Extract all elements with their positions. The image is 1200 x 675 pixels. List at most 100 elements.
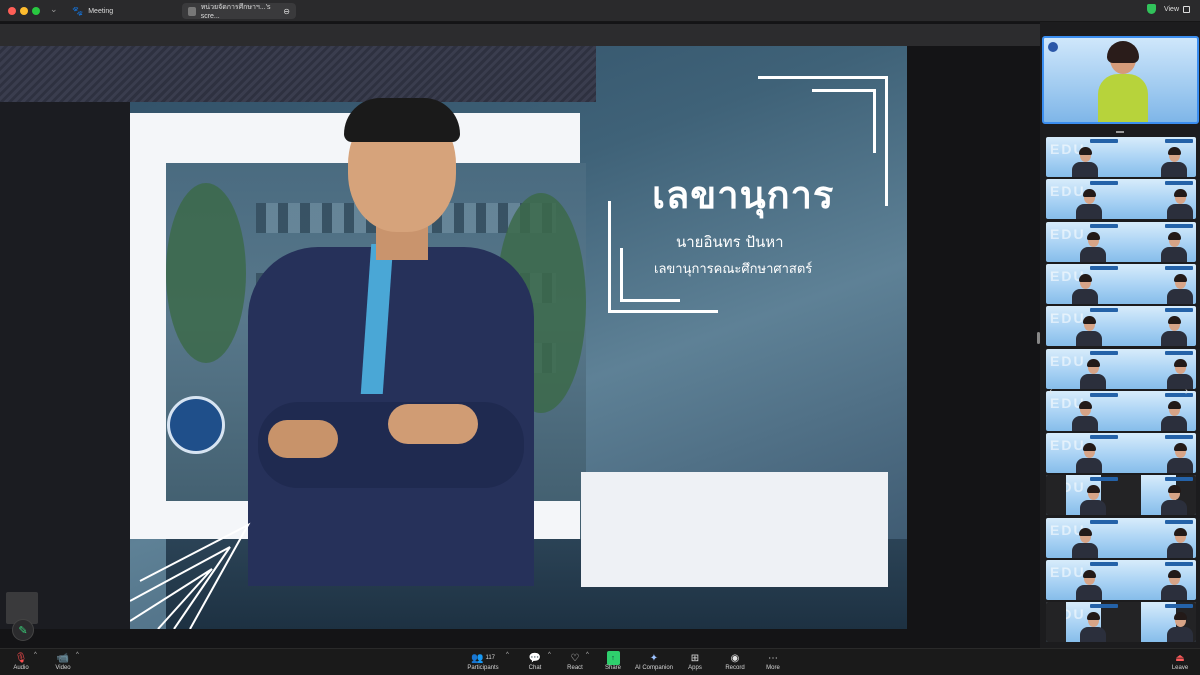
apps-button[interactable]: ⊞ Apps [686,651,704,675]
participant-torso [1161,415,1187,431]
participant-hair [1087,231,1100,240]
window-maximize-button[interactable] [32,7,40,15]
participant-video-tile[interactable] [1046,264,1121,304]
ai-companion-button[interactable]: ✦ AI Companion [634,651,674,675]
participant-hair [1168,570,1181,578]
participant-video-tile[interactable] [1046,391,1121,431]
participant-video-tile[interactable] [1046,349,1121,389]
audio-options-caret-icon[interactable]: ^ [34,652,37,658]
participant-video-tile[interactable] [1046,560,1121,600]
participants-options-caret-icon[interactable]: ^ [506,652,509,658]
participant-video-tile[interactable] [1046,306,1121,347]
participant-hair [1168,400,1181,409]
window-minimize-button[interactable] [20,7,28,15]
participant-hair [1174,189,1187,198]
paw-icon: 🐾 [72,5,84,16]
participant-video-tile[interactable] [1046,222,1121,262]
slide-person-role: เลขานุการคณะศึกษาศาสตร์ [654,262,813,277]
participant-hair [1083,443,1096,452]
participants-count: 117 [485,655,496,661]
portrait-hair [344,98,460,142]
background-banner [1165,519,1193,524]
participant-hair [1174,612,1187,621]
participant-video-tile[interactable] [1121,602,1196,643]
participant-video-tile[interactable] [1046,137,1121,177]
participant-row: EDU [1046,348,1196,389]
participant-video-tile[interactable] [1121,179,1196,220]
audio-button[interactable]: 🎙 Audio [10,651,32,675]
participant-video-tile[interactable] [1046,518,1121,558]
participant-torso [1072,162,1098,177]
participant-video-tile[interactable] [1046,602,1121,643]
gallery-collapse-handle[interactable] [1116,131,1124,133]
background-banner [1090,435,1118,440]
more-ellipsis-icon: ⋯ [768,652,778,664]
video-options-caret-icon[interactable]: ^ [76,652,79,658]
participant-figure [1167,443,1193,474]
react-button[interactable]: ♡ React [565,651,585,675]
participant-torso [1080,500,1106,516]
video-button[interactable]: 📹 Video [52,651,74,675]
react-label: React [567,665,583,671]
participant-figure [1080,485,1106,516]
portrait-hand [388,404,478,444]
background-banner [1090,604,1118,609]
white-frame-left [130,113,166,511]
annotate-pencil-icon[interactable]: ✎ [12,619,34,641]
react-options-caret-icon[interactable]: ^ [586,652,589,658]
chat-options-caret-icon[interactable]: ^ [548,652,551,658]
encryption-shield-icon[interactable] [1146,4,1156,14]
speaker-body [1098,74,1148,122]
participant-video-tile[interactable] [1121,306,1196,347]
participant-video-tile[interactable] [1121,518,1196,558]
panel-resize-handle[interactable] [1037,332,1040,344]
window-close-button[interactable] [8,7,16,15]
gallery-next-arrow-icon[interactable]: › [1185,386,1188,397]
participant-hair [1168,485,1181,494]
participant-torso [1080,246,1106,262]
meeting-tab[interactable]: 🐾 Meeting [66,3,119,19]
participant-figure [1167,189,1193,220]
participants-button[interactable]: 👥 117 Participants [466,651,500,675]
participant-video-tile[interactable] [1046,179,1121,220]
participant-video-tile[interactable] [1121,475,1196,516]
view-button[interactable]: View [1164,5,1190,13]
letterbox-bar [1121,475,1141,516]
participant-video-tile[interactable] [1121,222,1196,262]
participant-torso [1076,585,1102,600]
video-off-camera-icon: 📹 [56,652,70,664]
background-banner [1165,139,1193,143]
chevron-down-icon[interactable]: ⌄ [50,4,58,15]
participant-video-tile[interactable] [1121,433,1196,474]
participant-video-tile[interactable] [1121,560,1196,600]
participant-figure [1076,570,1102,600]
window-titlebar: ⌄ 🐾 Meeting หน่วยจัดการศึกษาฯ...'s scre.… [0,0,1200,22]
leave-button[interactable]: ⏏ Leave [1170,651,1190,675]
participant-video-tile[interactable] [1121,137,1196,177]
tree-shape [166,183,246,363]
record-button[interactable]: ◉ Record [723,651,747,675]
chat-button[interactable]: 💬 Chat [526,651,544,675]
background-banner [1165,562,1193,566]
share-button[interactable]: ↑ Share [603,651,623,675]
participant-hair [1083,189,1096,198]
titlebar-right-controls: View [1146,4,1190,14]
participant-row: EDU [1046,137,1196,177]
participant-video-tile[interactable] [1046,475,1121,516]
active-speaker-video[interactable] [1042,36,1199,124]
screen-share-tab[interactable]: หน่วยจัดการศึกษาฯ...'s scre... ⊖ [182,3,296,20]
more-button[interactable]: ⋯ More [764,651,782,675]
background-banner [1165,477,1193,482]
participant-video-tile[interactable] [1121,349,1196,389]
participant-hair [1083,570,1096,578]
background-banner [1090,477,1118,482]
gallery-prev-arrow-icon[interactable]: ‹ [1049,386,1052,397]
participant-video-tile[interactable] [1121,264,1196,304]
more-options-icon[interactable]: ⊖ [283,7,290,16]
audio-label: Audio [13,665,29,671]
grid-view-icon [1183,5,1190,13]
apps-grid-icon: ⊞ [690,652,700,664]
participant-figure [1076,316,1102,347]
participant-video-tile[interactable] [1046,433,1121,474]
record-icon: ◉ [730,652,740,664]
